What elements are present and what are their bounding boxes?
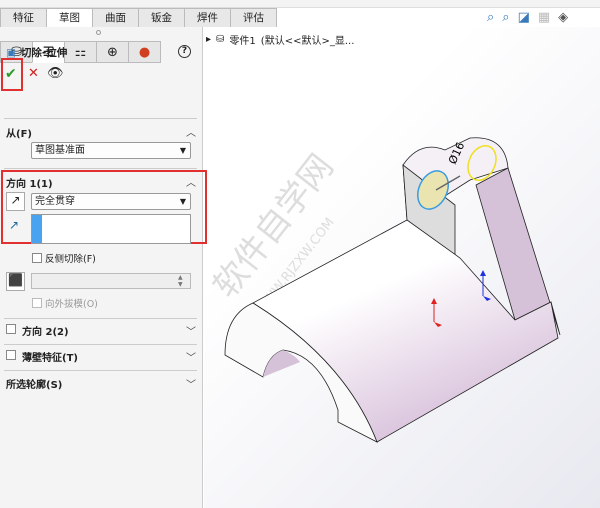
ok-button[interactable]: ✔ [5,66,17,82]
draft-toggle-icon[interactable]: ⬛ [6,272,25,291]
feature-title-text: 切除-拉伸 [20,47,68,59]
part-name: 零件1 [229,36,256,47]
draft-angle-input[interactable] [31,273,191,289]
divider [4,344,197,345]
end-condition-value: 完全贯穿 [35,196,75,207]
draft-outward-label: 向外拔模(O) [45,299,98,310]
divider [4,370,197,371]
tab-surfaces[interactable]: 曲面 [92,8,139,27]
divider [4,118,197,119]
from-section-label: 从(F) [6,129,32,140]
section-view-icon[interactable]: ▦ [538,10,550,25]
thin-feature-section-label: 薄壁特征(T) [22,353,78,364]
feature-tree-flyout[interactable]: ▸ ⛁ 零件1 (默认<<默认>_显... [206,32,354,47]
spin-buttons[interactable]: ▲ ▼ [178,274,183,288]
expand-arrow-icon[interactable]: ▸ [206,34,211,45]
configuration-manager-tab-icon[interactable]: ⚏ [64,41,97,63]
dimxpert-tab-icon[interactable]: ⊕ [96,41,129,63]
chevron-down-icon[interactable]: ﹀ [186,323,196,338]
help-button[interactable]: ? [178,45,191,58]
thin-feature-checkbox[interactable] [6,350,16,360]
display-manager-tab-icon[interactable]: ● [128,41,161,63]
direction2-checkbox[interactable] [6,324,16,334]
tab-features[interactable]: 特征 [0,8,47,27]
command-manager-tabs: 特征 草图 曲面 钣金 焊件 评估 [0,8,277,28]
direction-arrow-icon: ↗ [9,218,20,232]
tab-sketch[interactable]: 草图 [46,8,93,28]
direction-selection-box[interactable] [31,214,191,244]
cancel-button[interactable]: ✕ [28,66,39,81]
chevron-up-icon[interactable]: ︿ [186,124,196,139]
divider [4,318,197,319]
tab-sheet-metal[interactable]: 钣金 [138,8,185,27]
chevron-up-icon[interactable]: ︿ [186,174,196,189]
draft-outward-checkbox[interactable] [32,298,42,308]
chevron-down-icon: ▼ [179,146,186,155]
heads-up-toolbar: ⌕ ⌕ ◪ ▦ ◈ [487,10,568,25]
tab-weldments[interactable]: 焊件 [184,8,231,27]
chevron-down-icon[interactable]: ﹀ [186,349,196,364]
cut-extrude-icon: ▣ [6,46,16,59]
end-condition-select[interactable]: 完全贯穿 ▼ [31,193,191,210]
part-config: (默认<<默认>_显... [260,36,355,47]
top-strip [0,0,600,8]
from-select-value: 草图基准面 [35,145,85,156]
part-icon: ⛁ [216,34,225,45]
chevron-down-icon[interactable]: ﹀ [186,376,196,391]
panel-grip[interactable] [96,30,101,35]
direction1-section-label: 方向 1(1) [6,179,53,190]
graphics-viewport[interactable]: 软件自学网 WWW.RJZXW.COM Ø16 [204,27,600,508]
flip-side-label: 反侧切除(F) [45,254,96,265]
tab-evaluate[interactable]: 评估 [230,8,277,27]
zoom-to-area-icon[interactable]: ⌕ [502,10,509,25]
direction2-section-label: 方向 2(2) [22,327,69,338]
from-select[interactable]: 草图基准面 ▼ [31,142,191,159]
flip-side-checkbox[interactable] [32,253,42,263]
divider [4,168,197,169]
preview-eye-icon[interactable]: 👁 [47,66,64,81]
previous-view-icon[interactable]: ◪ [518,10,530,25]
property-manager: ⛁ ☰ ⚏ ⊕ ● [0,27,203,508]
selected-contours-section-label: 所选轮廓(S) [6,380,63,391]
view-orientation-icon[interactable]: ◈ [558,10,568,25]
chevron-down-icon: ▼ [179,197,186,206]
zoom-to-fit-icon[interactable]: ⌕ [487,10,494,25]
reverse-direction-button[interactable]: ↗ [6,192,25,211]
